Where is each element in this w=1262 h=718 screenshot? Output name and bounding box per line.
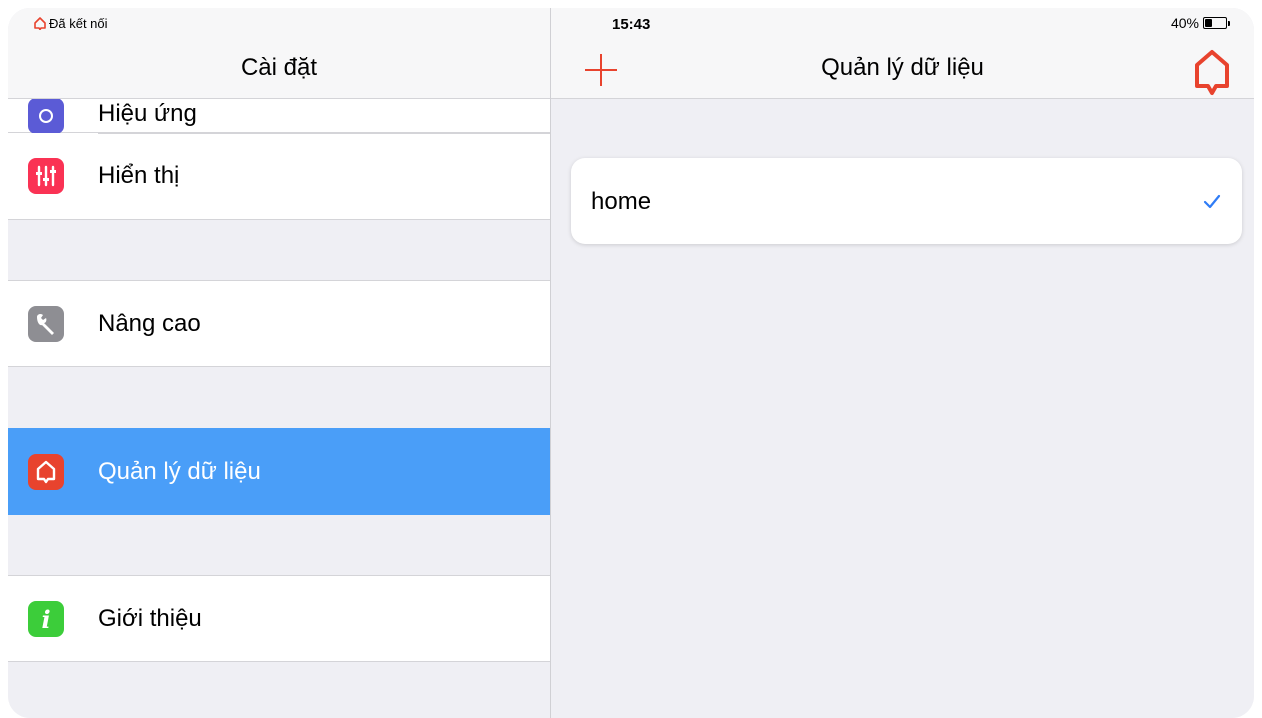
settings-title: Cài đặt [240,54,318,81]
settings-pane: Cài đặt Hiệu ứng Hiển thị Nâng cao Quản … [8,8,551,718]
settings-item-advanced[interactable]: Nâng cao [8,280,550,367]
status-bar: Đã kết nối 15:43 40% [8,8,1254,34]
settings-item-label: Hiển thị [98,162,180,189]
settings-item-data-management[interactable]: Quản lý dữ liệu [8,428,550,515]
settings-item-label: Hiệu ứng [98,100,197,127]
row-separator [98,133,550,134]
wrench-icon [28,305,64,342]
checkmark-icon [1203,194,1221,209]
settings-item-label: Giới thiệu [98,604,202,632]
detail-title: Quản lý dữ liệu [821,54,984,81]
svg-text:i: i [41,606,50,632]
detail-pane: Quản lý dữ liệu home [551,8,1254,718]
settings-item-label: Nâng cao [98,309,201,337]
battery-icon [1203,17,1227,29]
status-time: 15:43 [612,16,651,33]
home-icon [28,453,64,490]
home-icon[interactable] [1192,48,1232,96]
settings-item-label: Quản lý dữ liệu [98,457,261,485]
battery-status: 40% [1171,15,1230,31]
sliders-icon [28,158,64,194]
connection-status-text: Đã kết nối [49,16,108,31]
app-frame: Đã kết nối 15:43 40% Cài đặt Hiệu ứng Hi… [8,8,1254,718]
data-entry-row[interactable]: home [571,158,1242,244]
settings-item-display[interactable]: Hiển thị [8,133,550,220]
battery-fill [1205,19,1213,27]
battery-tip [1228,20,1230,26]
effects-icon [28,98,64,134]
data-entry-name: home [591,188,652,215]
battery-percent: 40% [1170,15,1199,31]
info-icon: i [28,600,64,637]
settings-item-about[interactable]: i Giới thiệu [8,575,550,662]
connection-status: Đã kết nối [34,16,108,31]
home-small-icon [34,17,46,30]
